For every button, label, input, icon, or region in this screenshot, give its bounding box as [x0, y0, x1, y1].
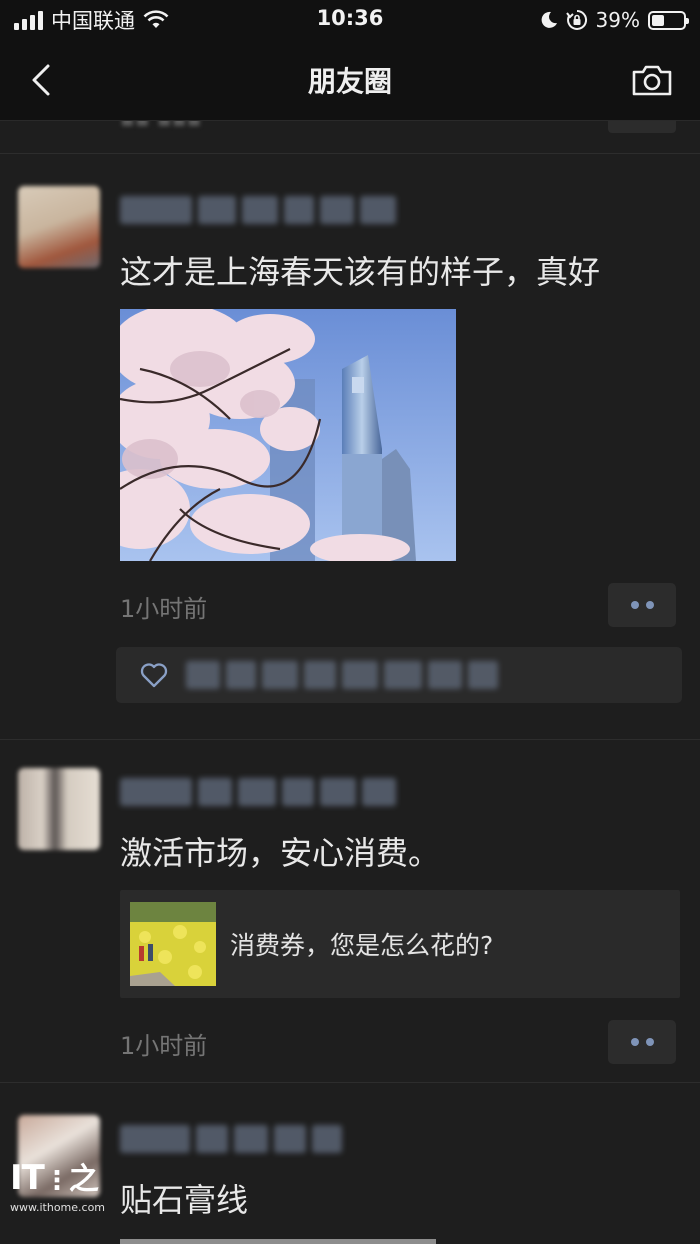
camera-icon[interactable]: [630, 60, 674, 100]
avatar[interactable]: [18, 186, 100, 268]
moment-post: 这才是上海春天该有的样子，真好 1小时前: [0, 154, 700, 740]
previous-post-more-button[interactable]: [608, 121, 676, 133]
status-bar: 中国联通 10:36 39%: [0, 0, 700, 40]
shared-link-card[interactable]: 消费券，您是怎么花的?: [120, 890, 680, 998]
avatar[interactable]: [18, 768, 100, 850]
post-photo[interactable]: [120, 309, 456, 561]
more-actions-button[interactable]: [608, 1020, 676, 1064]
moon-icon: [541, 11, 557, 28]
rotation-lock-icon: [565, 9, 587, 30]
watermark-logo: IT⋮之: [10, 1158, 99, 1198]
link-thumbnail: [130, 902, 216, 986]
post-photo-partial[interactable]: [120, 1239, 436, 1244]
battery-percent: 39%: [595, 8, 640, 32]
post-author-name[interactable]: [120, 192, 396, 228]
post-time: 1小时前: [120, 1032, 208, 1060]
previous-post-time: ▪▪ ▪▪▪: [120, 121, 202, 132]
link-title: 消费券，您是怎么花的?: [230, 931, 494, 960]
post-text: 激活市场，安心消费。: [120, 834, 441, 872]
site-watermark: IT⋮之 www.ithome.com: [10, 1158, 106, 1214]
moment-post: 激活市场，安心消费。 消费券，您是怎么花的? 1小时前: [0, 740, 700, 1083]
battery-fill: [652, 14, 664, 26]
moment-post: 贴石膏线: [0, 1083, 700, 1244]
battery-icon: [648, 10, 689, 30]
post-text: 贴石膏线: [120, 1181, 249, 1219]
heart-icon: [140, 663, 168, 688]
post-author-name[interactable]: [120, 1121, 342, 1157]
more-actions-button[interactable]: [608, 583, 676, 627]
nav-bar: 朋友圈: [0, 40, 700, 121]
page-title: 朋友圈: [307, 65, 392, 98]
watermark-url: www.ithome.com: [10, 1201, 106, 1214]
moments-feed[interactable]: ▪▪ ▪▪▪ 这才是上海春天该有的样子，真好: [0, 121, 700, 1244]
post-time: 1小时前: [120, 595, 208, 623]
likes-panel: [116, 647, 682, 703]
post-text: 这才是上海春天该有的样子，真好: [120, 253, 601, 291]
status-right: 39%: [540, 6, 689, 34]
previous-post-footer: ▪▪ ▪▪▪: [0, 121, 700, 154]
liked-by-names[interactable]: [186, 661, 498, 689]
post-author-name[interactable]: [120, 774, 396, 810]
